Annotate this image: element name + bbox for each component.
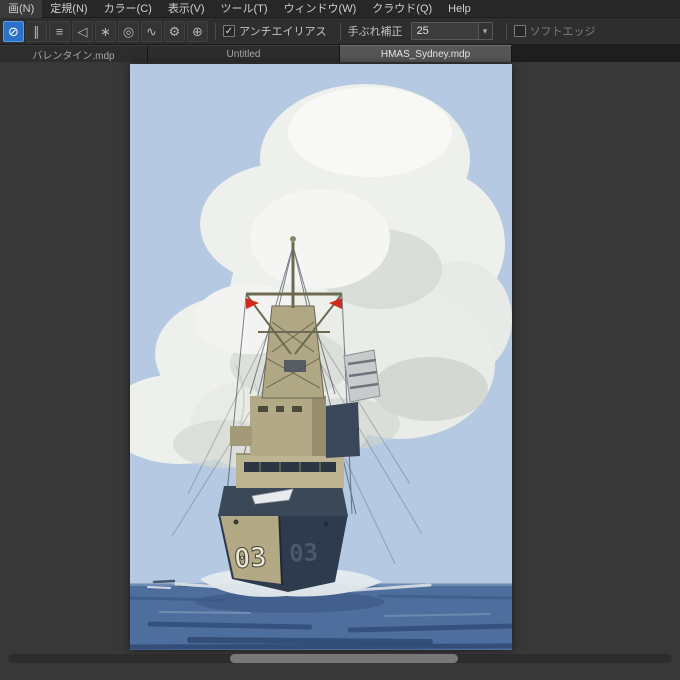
tab-bar-empty-space (512, 45, 680, 62)
circle-snap-button[interactable]: ◎ (118, 20, 139, 42)
snap-toolbar: ⊘ ∥ ≡ ◁ ∗ ◎ ∿ ⚙ ⊕ ✓ アンチエイリアス 手ぶれ補正 25 ▾ … (0, 18, 680, 45)
document-tab-bar: バレンタイン.mdp Untitled HMAS_Sydney.mdp (0, 45, 680, 62)
menu-item-screen[interactable]: 画(N) (0, 0, 43, 18)
snap-settings-button[interactable]: ⚙ (164, 20, 185, 42)
menu-item-view[interactable]: 表示(V) (160, 0, 213, 18)
horizontal-scrollbar-thumb[interactable] (230, 654, 458, 663)
toolbar-separator (215, 22, 216, 40)
soft-edge-label: ソフトエッジ (529, 26, 596, 38)
gear-icon: ⚙ (168, 23, 181, 39)
parallel-snap-icon: ∥ (33, 23, 40, 39)
menu-item-tool[interactable]: ツール(T) (213, 0, 276, 18)
horizontal-snap-button[interactable]: ≡ (49, 20, 70, 42)
tab-hmas-sydney[interactable]: HMAS_Sydney.mdp (340, 45, 512, 62)
hull-number-starboard: 03 (288, 538, 318, 567)
chevron-down-icon: ▾ (477, 23, 492, 39)
circle-snap-icon: ◎ (122, 23, 135, 39)
menu-item-help[interactable]: Help (440, 0, 479, 18)
tab-valentine[interactable]: バレンタイン.mdp (0, 45, 148, 62)
antialias-label: アンチエイリアス (239, 26, 327, 38)
curve-snap-icon: ∿ (146, 23, 157, 39)
soft-edge-checkbox[interactable]: ✓ (513, 25, 526, 37)
tab-untitled[interactable]: Untitled (148, 45, 340, 62)
vanishing-point-snap-button[interactable]: ◁ (72, 20, 93, 42)
vanishing-point-snap-icon: ◁ (77, 23, 88, 39)
no-snap-icon: ⊘ (8, 23, 19, 39)
parallel-snap-button[interactable]: ∥ (26, 20, 47, 42)
stabilizer-value: 25 (416, 25, 429, 37)
stabilizer-dropdown[interactable]: 25 ▾ (410, 22, 493, 40)
toolbar-separator (505, 22, 507, 40)
curve-snap-button[interactable]: ∿ (141, 20, 162, 42)
document-canvas[interactable]: 03 03 (130, 64, 512, 650)
snap-add-button[interactable]: ⊕ (187, 20, 208, 42)
horizontal-snap-icon: ≡ (55, 23, 64, 39)
menu-item-color[interactable]: カラー(C) (96, 0, 160, 18)
check-icon: ✓ (224, 25, 234, 37)
menu-bar: 画(N) 定規(N) カラー(C) 表示(V) ツール(T) ウィンドウ(W) … (0, 0, 680, 18)
horizontal-scrollbar[interactable] (8, 654, 672, 663)
antialias-checkbox[interactable]: ✓ (223, 25, 235, 37)
soft-edge-option: ✓ ソフトエッジ (513, 23, 602, 39)
workspace: 03 03 (0, 62, 680, 679)
no-snap-button[interactable]: ⊘ (3, 20, 24, 42)
toolbar-separator (339, 22, 341, 40)
menu-item-window[interactable]: ウィンドウ(W) (276, 0, 365, 18)
canvas-artwork: 03 03 (130, 64, 512, 650)
menu-item-ruler[interactable]: 定規(N) (42, 0, 95, 18)
menu-item-cloud[interactable]: クラウド(Q) (364, 0, 440, 18)
radial-snap-icon: ∗ (100, 23, 111, 39)
hull-number-port: 03 (233, 542, 268, 575)
stabilizer-label: 手ぶれ補正 (347, 26, 403, 38)
radial-snap-button[interactable]: ∗ (95, 20, 116, 42)
snap-add-icon: ⊕ (192, 23, 203, 39)
antialias-option: ✓ アンチエイリアス (223, 23, 333, 39)
